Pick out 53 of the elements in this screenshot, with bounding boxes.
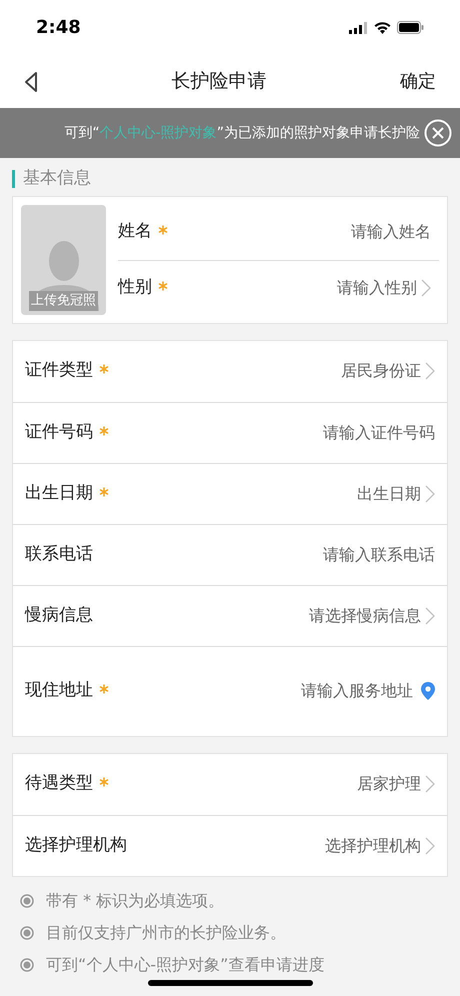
row-label: 出生日期	[25, 482, 93, 505]
required-asterisk-icon	[158, 225, 168, 235]
required-asterisk-icon	[99, 777, 109, 787]
close-icon[interactable]	[424, 119, 452, 147]
row-value: 请输入服务地址	[301, 680, 413, 702]
row-value: 请输入性别	[337, 276, 417, 298]
chevron-right-icon	[425, 775, 435, 793]
row-label: 慢病信息	[25, 604, 93, 627]
bullet-icon	[20, 894, 34, 908]
form-row[interactable]: 姓名 请输入姓名	[118, 204, 439, 260]
required-asterisk-icon	[158, 280, 168, 290]
required-asterisk-icon	[99, 486, 109, 496]
status-time: 2:48	[36, 16, 81, 40]
row-value: 请输入姓名	[351, 221, 431, 243]
chevron-right-icon	[425, 606, 435, 624]
row-label: 证件类型	[25, 359, 93, 382]
row-label: 联系电话	[25, 542, 93, 566]
location-pin-icon	[421, 682, 435, 700]
required-asterisk-icon	[99, 684, 109, 694]
row-value: 请选择慢病信息	[309, 604, 421, 626]
note-text: 带有 * 标识为必填选项。	[46, 890, 224, 912]
row-label: 证件号码	[25, 420, 93, 444]
notice-text: 可到“个人中心-照护对象”为已添加的照护对象申请长护险	[64, 124, 420, 142]
row-value: 请输入联系电话	[323, 544, 435, 566]
back-icon[interactable]	[24, 70, 38, 92]
confirm-button[interactable]: 确定	[400, 68, 436, 95]
form-row[interactable]: 性别 请输入性别	[118, 260, 439, 314]
row-value: 请输入证件号码	[323, 422, 435, 444]
required-asterisk-icon	[99, 364, 109, 374]
section-title: 基本信息	[23, 167, 91, 190]
chevron-right-icon	[421, 278, 431, 296]
signal-icon	[349, 22, 368, 34]
chevron-right-icon	[425, 836, 435, 854]
page-title: 长护险申请	[172, 69, 266, 94]
photo-caption: 上传免冠照	[29, 291, 98, 310]
wifi-icon	[374, 22, 391, 34]
chevron-right-icon	[425, 484, 435, 502]
row-label: 选择护理机构	[25, 834, 127, 857]
row-label: 姓名	[118, 220, 152, 244]
required-asterisk-icon	[99, 426, 109, 436]
row-label: 现住地址	[25, 679, 93, 702]
bullet-icon	[20, 958, 34, 972]
battery-icon	[397, 21, 424, 34]
note-text: 可到“个人中心-照护对象”查看申请进度	[46, 954, 324, 976]
row-value: 居家护理	[357, 773, 421, 795]
row-label: 性别	[118, 276, 152, 299]
row-value: 居民身份证	[341, 360, 421, 382]
bullet-icon	[20, 926, 34, 940]
row-value: 选择护理机构	[325, 834, 421, 856]
row-value: 出生日期	[357, 482, 421, 504]
row-label: 待遇类型	[25, 772, 93, 796]
chevron-right-icon	[425, 362, 435, 380]
note-text: 目前仅支持广州市的长护险业务。	[46, 922, 286, 944]
